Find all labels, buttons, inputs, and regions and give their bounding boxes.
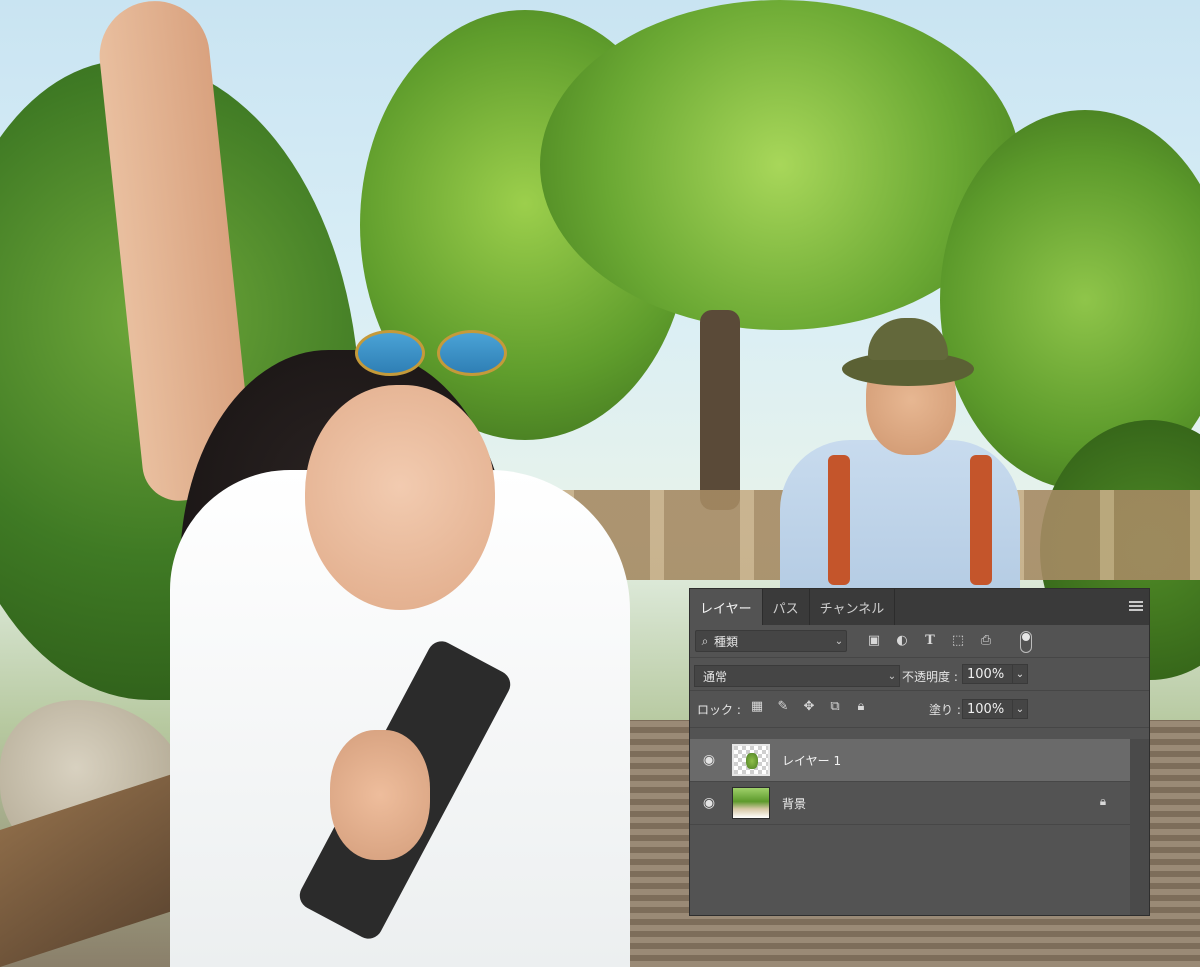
layer-name: 背景: [782, 797, 807, 811]
sunglasses: [355, 330, 507, 376]
layer-list: ◉ レイヤー 1 ◉ 背景 🔒︎: [690, 739, 1149, 825]
panel-tabbar: レイヤー パス チャンネル: [690, 589, 1149, 625]
lock-position-icon[interactable]: ✥: [800, 698, 818, 716]
woman-face: [305, 385, 495, 610]
layer-thumbnail: [732, 787, 770, 819]
lock-row: ロック : ▦ ✎ ✥ ⧉ 🔒︎ 塗り : 100% ⌄: [690, 691, 1149, 728]
eye-icon[interactable]: ◉: [700, 751, 718, 769]
lock-icon: 🔒︎: [1099, 794, 1107, 808]
tree-trunk: [700, 310, 740, 510]
tab-channels[interactable]: チャンネル: [810, 589, 896, 625]
lock-paint-icon[interactable]: ✎: [774, 698, 792, 716]
man-strap-right: [970, 455, 992, 585]
lock-artboard-icon[interactable]: ⧉: [826, 698, 844, 716]
man-hat: [842, 318, 974, 398]
filter-kind-select[interactable]: ⌕ 種類 ⌄: [695, 630, 847, 652]
filter-toggle-icon[interactable]: [1020, 631, 1032, 653]
eye-icon[interactable]: ◉: [700, 794, 718, 812]
fill-field[interactable]: 100%: [962, 699, 1014, 719]
blend-mode-label: 通常: [703, 669, 728, 684]
lock-all-icon[interactable]: 🔒︎: [852, 698, 870, 716]
type-filter-icon[interactable]: T: [921, 633, 939, 649]
layers-panel: レイヤー パス チャンネル ⌕ 種類 ⌄ ▣ ◐ T ⬚ ⎙ 通常 ⌄ 不透明度…: [690, 589, 1149, 915]
image-filter-icon[interactable]: ▣: [865, 633, 883, 649]
magnifier-icon: ⌕: [701, 633, 709, 648]
blend-mode-select[interactable]: 通常 ⌄: [694, 665, 900, 687]
smartobject-filter-icon[interactable]: ⎙: [977, 633, 995, 649]
opacity-label: 不透明度 :: [902, 670, 958, 684]
fill-label: 塗り :: [929, 703, 961, 717]
layer-list-scrollbar[interactable]: [1130, 739, 1149, 915]
woman-hand: [330, 730, 430, 860]
fill-dropdown-icon[interactable]: ⌄: [1012, 699, 1028, 719]
lock-label: ロック :: [697, 703, 741, 717]
layer-row-layer1[interactable]: ◉ レイヤー 1: [690, 739, 1149, 782]
hamburger-menu-icon[interactable]: [1129, 601, 1143, 613]
adjustment-filter-icon[interactable]: ◐: [893, 633, 911, 649]
blend-row: 通常 ⌄ 不透明度 : 100% ⌄: [690, 658, 1149, 691]
lock-transparent-icon[interactable]: ▦: [748, 698, 766, 716]
tab-layers[interactable]: レイヤー: [690, 589, 763, 625]
opacity-field[interactable]: 100%: [962, 664, 1014, 684]
tab-paths[interactable]: パス: [763, 589, 810, 625]
shape-filter-icon[interactable]: ⬚: [949, 633, 967, 649]
chevron-down-icon: ⌄: [887, 670, 897, 682]
filter-row: ⌕ 種類 ⌄ ▣ ◐ T ⬚ ⎙: [690, 625, 1149, 658]
man-strap-left: [828, 455, 850, 585]
layer-row-background[interactable]: ◉ 背景 🔒︎: [690, 782, 1149, 825]
layer-name: レイヤー 1: [782, 754, 842, 768]
filter-kind-label: 種類: [714, 634, 739, 649]
layer-thumbnail: [732, 744, 770, 776]
opacity-dropdown-icon[interactable]: ⌄: [1012, 664, 1028, 684]
chevron-down-icon: ⌄: [834, 635, 844, 647]
